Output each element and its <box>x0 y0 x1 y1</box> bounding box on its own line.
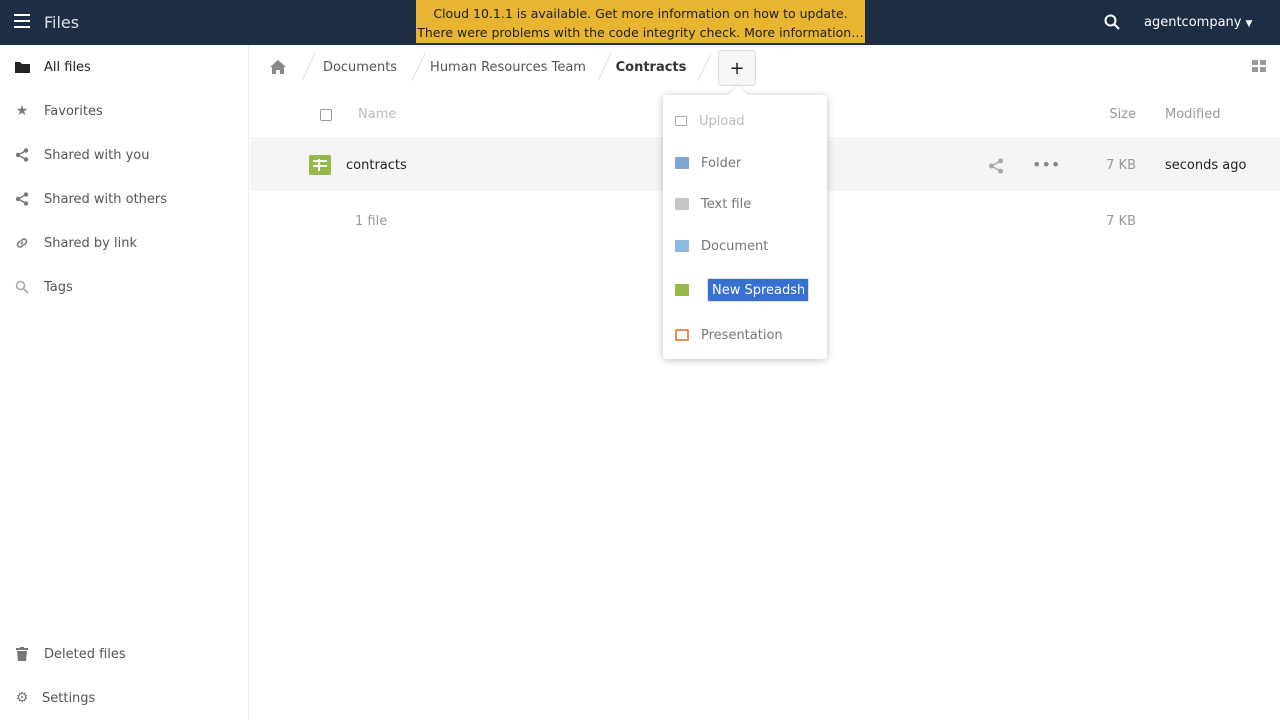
top-header: Files Cloud 10.1.1 is available. Get mor… <box>0 0 1280 45</box>
menu-item-document[interactable]: Document <box>675 230 817 262</box>
sidebar-item-shared-by-link[interactable]: Shared by link <box>0 221 249 265</box>
sidebar-item-tags[interactable]: Tags <box>0 265 249 309</box>
sidebar-item-label: Favorites <box>44 103 103 119</box>
column-header-name[interactable]: Name <box>358 107 396 122</box>
menu-item-upload[interactable]: Upload <box>675 105 817 137</box>
sidebar-item-label: Settings <box>42 690 96 706</box>
home-icon <box>269 60 286 74</box>
total-size-summary: 7 KB <box>1106 214 1136 229</box>
breadcrumb-contracts[interactable]: Contracts <box>601 45 701 89</box>
file-count-summary: 1 file <box>355 214 388 229</box>
sidebar-item-all-files[interactable]: All files <box>0 45 249 89</box>
breadcrumb-documents[interactable]: Documents <box>305 45 415 89</box>
plus-icon: + <box>729 57 745 79</box>
file-size: 7 KB <box>1106 158 1136 173</box>
presentation-icon <box>675 329 689 341</box>
sidebar-item-label: Deleted files <box>44 646 126 662</box>
sidebar-item-label: Shared by link <box>44 235 137 251</box>
user-name: agentcompany <box>1144 15 1242 30</box>
menu-item-label: Document <box>701 238 769 254</box>
sidebar-item-label: Shared with you <box>44 147 150 163</box>
document-icon <box>675 240 689 252</box>
share-icon[interactable] <box>988 158 1004 174</box>
update-notice: Cloud 10.1.1 is available. Get more info… <box>416 0 865 43</box>
file-name-base: contracts <box>346 158 407 173</box>
breadcrumb-home[interactable] <box>250 45 305 89</box>
file-modified: seconds ago <box>1165 158 1247 173</box>
sidebar-item-label: Shared with others <box>44 191 168 207</box>
folder-icon <box>675 157 689 169</box>
hamburger-menu-icon[interactable] <box>14 14 30 28</box>
upload-icon <box>675 116 687 126</box>
link-icon <box>14 235 30 251</box>
spreadsheet-icon <box>675 284 689 296</box>
update-notice-link[interactable]: Cloud 10.1.1 is available. Get more info… <box>416 4 865 23</box>
search-icon[interactable] <box>1104 14 1120 30</box>
column-header-modified[interactable]: Modified <box>1165 107 1220 122</box>
menu-item-text-file[interactable]: Text file <box>675 188 817 220</box>
new-button[interactable]: + <box>718 50 756 86</box>
menu-item-label: Presentation <box>701 327 783 343</box>
tag-icon <box>14 279 30 295</box>
sidebar-item-deleted-files[interactable]: Deleted files <box>0 632 249 676</box>
spreadsheet-file-icon <box>309 155 331 175</box>
file-name[interactable]: contracts <box>346 158 407 173</box>
chevron-down-icon: ▼ <box>1245 19 1253 29</box>
menu-item-label: Folder <box>701 155 742 171</box>
breadcrumb: Documents Human Resources Team Contracts <box>250 45 701 89</box>
text-file-icon <box>675 198 689 210</box>
sidebar-item-label: All files <box>44 59 91 75</box>
sidebar-item-favorites[interactable]: ★ Favorites <box>0 89 249 133</box>
app-name[interactable]: Files <box>44 13 79 32</box>
menu-item-presentation[interactable]: Presentation <box>675 319 817 351</box>
folder-icon <box>14 59 30 75</box>
more-actions-icon[interactable]: ••• <box>1032 157 1060 174</box>
menu-item-folder[interactable]: Folder <box>675 147 817 179</box>
select-all-checkbox[interactable] <box>320 109 332 121</box>
share-icon <box>14 147 30 163</box>
menu-item-label: Text file <box>701 196 752 212</box>
share-icon <box>14 191 30 207</box>
new-file-menu: Upload Folder Text file Document Present… <box>663 95 827 359</box>
gear-icon: ⚙ <box>15 690 29 706</box>
star-icon: ★ <box>15 103 29 119</box>
sidebar-item-shared-with-others[interactable]: Shared with others <box>0 177 249 221</box>
user-menu[interactable]: agentcompany ▼ <box>1144 15 1252 30</box>
sidebar-item-shared-with-you[interactable]: Shared with you <box>0 133 249 177</box>
sidebar: All files ★ Favorites Shared with you Sh… <box>0 45 249 720</box>
menu-item-label: Upload <box>699 113 745 129</box>
trash-icon <box>14 646 30 662</box>
integrity-notice-link[interactable]: There were problems with the code integr… <box>416 23 865 42</box>
new-spreadsheet-name-input[interactable] <box>707 278 809 302</box>
grid-view-icon[interactable] <box>1252 60 1266 72</box>
sidebar-item-label: Tags <box>44 279 73 295</box>
menu-item-spreadsheet[interactable] <box>675 274 817 306</box>
sidebar-item-settings[interactable]: ⚙ Settings <box>0 676 249 720</box>
column-header-size[interactable]: Size <box>1050 107 1136 122</box>
breadcrumb-human-resources-team[interactable]: Human Resources Team <box>415 45 601 89</box>
